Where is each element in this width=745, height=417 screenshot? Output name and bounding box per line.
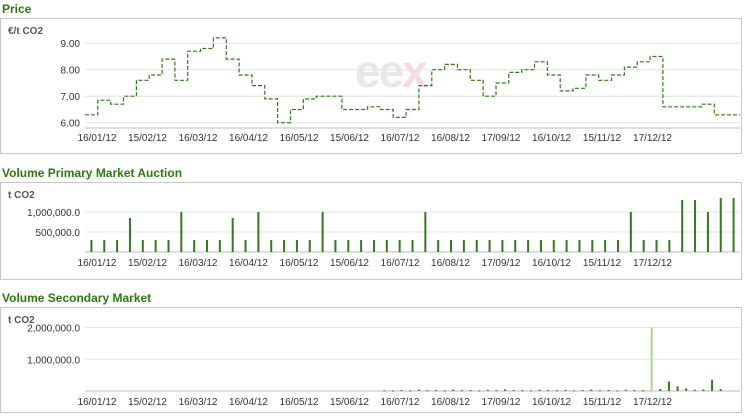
secondary-volume-bar [512, 390, 515, 392]
secondary-volume-bar [409, 390, 412, 392]
secondary-volume-bar [581, 390, 584, 392]
secondary-volume-bar [573, 390, 576, 392]
secondary-volume-bar [590, 389, 593, 391]
secondary-volume-bar [693, 389, 696, 391]
secondary-volume-bar [495, 390, 498, 392]
secondary-x-tick-label: 16/03/12 [179, 397, 218, 408]
secondary-volume-bar [607, 390, 610, 392]
secondary-x-tick-label: 16/04/12 [229, 397, 268, 408]
secondary-volume-bar [417, 389, 420, 391]
secondary-volume-bar [711, 379, 714, 391]
secondary-volume-bar [633, 390, 636, 392]
secondary-volume-bar [702, 389, 705, 391]
secondary-volume-bar [719, 389, 722, 391]
secondary-x-tick-label: 16/10/12 [532, 397, 571, 408]
secondary-x-tick-label: 17/09/12 [482, 397, 521, 408]
secondary-x-tick-label: 15/06/12 [330, 397, 369, 408]
secondary-x-tick-label: 15/02/12 [128, 397, 167, 408]
secondary-volume-bar [469, 390, 472, 392]
secondary-volume-bar [383, 390, 386, 392]
secondary-volume-bar [650, 327, 653, 391]
secondary-volume-bar [452, 389, 455, 391]
secondary-volume-bar [504, 389, 507, 391]
secondary-volume-bar [598, 390, 601, 392]
secondary-x-tick-label: 16/07/12 [381, 397, 420, 408]
secondary-volume-bar [564, 389, 567, 391]
secondary-x-tick-label: 16/05/12 [280, 397, 319, 408]
secondary-volume-bar [529, 390, 532, 392]
secondary-volume-bar [667, 381, 670, 391]
secondary-x-tick-label: 15/11/12 [583, 397, 622, 408]
secondary-volume-bar [521, 390, 524, 392]
secondary-volume-chart: 1,000,000.0 2,000,000.0 16/01/12 15/02/12 16… [27, 324, 740, 408]
secondary-volume-bar [426, 390, 429, 392]
secondary-y-tick-label: 2,000,000.0 [27, 324, 80, 335]
secondary-volume-bar [555, 390, 558, 392]
secondary-volume-bar [391, 390, 394, 392]
secondary-volume-bar [486, 389, 489, 391]
secondary-x-tick-label: 16/01/12 [78, 397, 117, 408]
secondary-volume-bar [400, 390, 403, 392]
secondary-volume-bar [443, 390, 446, 392]
secondary-volume-bar [624, 389, 627, 391]
secondary-volume-bar [616, 390, 619, 392]
secondary-volume-bar [547, 390, 550, 392]
secondary-x-tick-label: 16/08/12 [431, 397, 470, 408]
secondary-volume-bar [460, 390, 463, 392]
secondary-volume-bar [642, 390, 645, 392]
secondary-volume-bar [659, 389, 662, 391]
secondary-volume-bar [478, 390, 481, 392]
secondary-y-tick-label: 1,000,000.0 [27, 355, 80, 366]
secondary-volume-bar [538, 389, 541, 391]
secondary-volume-bar [685, 388, 688, 391]
secondary-volume-bar [435, 390, 438, 392]
secondary-x-tick-label: 17/12/12 [633, 397, 672, 408]
secondary-volume-bar [676, 386, 679, 391]
